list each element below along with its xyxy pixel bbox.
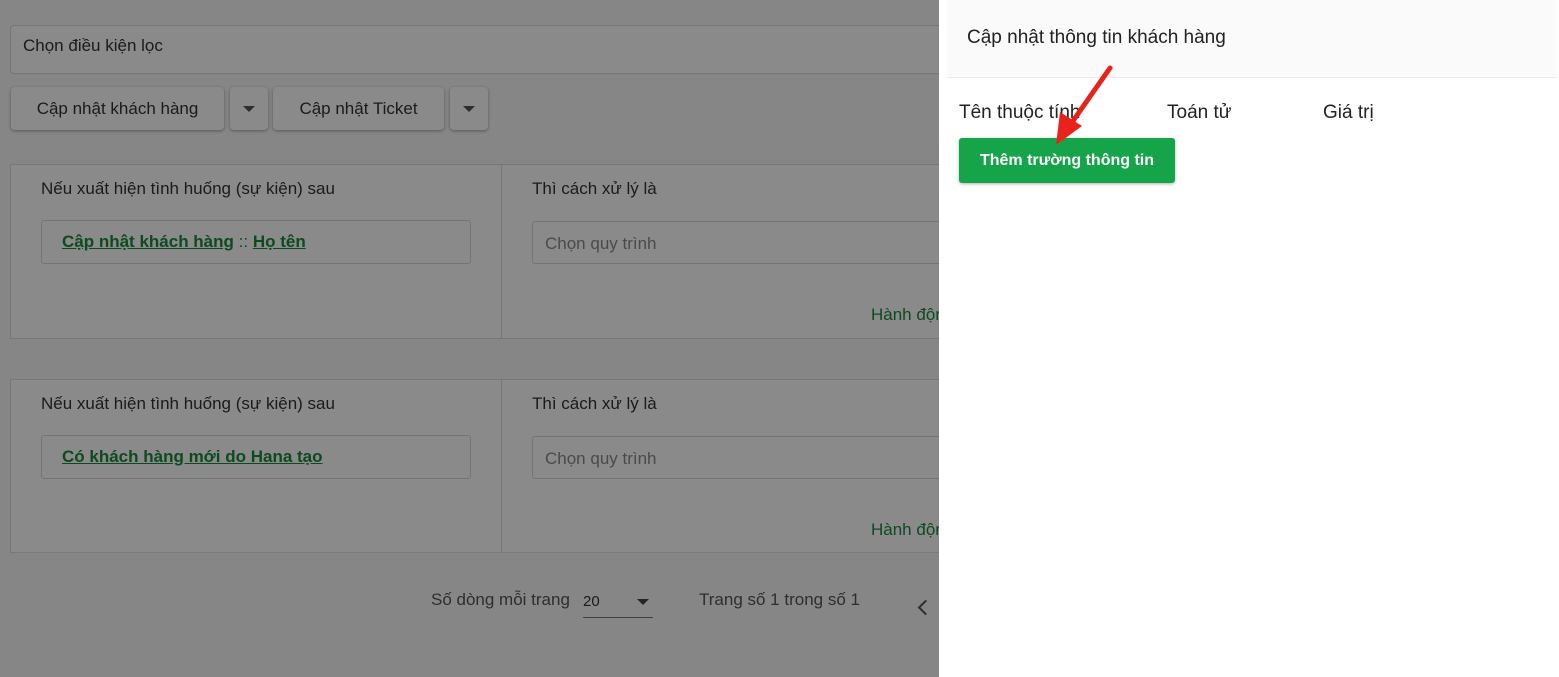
drawer-header: Cập nhật thông tin khách hàng — [947, 0, 1557, 78]
update-customer-drawer: Cập nhật thông tin khách hàng Tên thuộc … — [939, 0, 1559, 677]
column-header-value: Giá trị — [1323, 102, 1374, 123]
annotation-arrow-icon — [1056, 65, 1113, 145]
modal-backdrop[interactable] — [0, 0, 939, 677]
column-header-operator: Toán tử — [1167, 102, 1232, 123]
drawer-title: Cập nhật thông tin khách hàng — [967, 27, 1226, 48]
